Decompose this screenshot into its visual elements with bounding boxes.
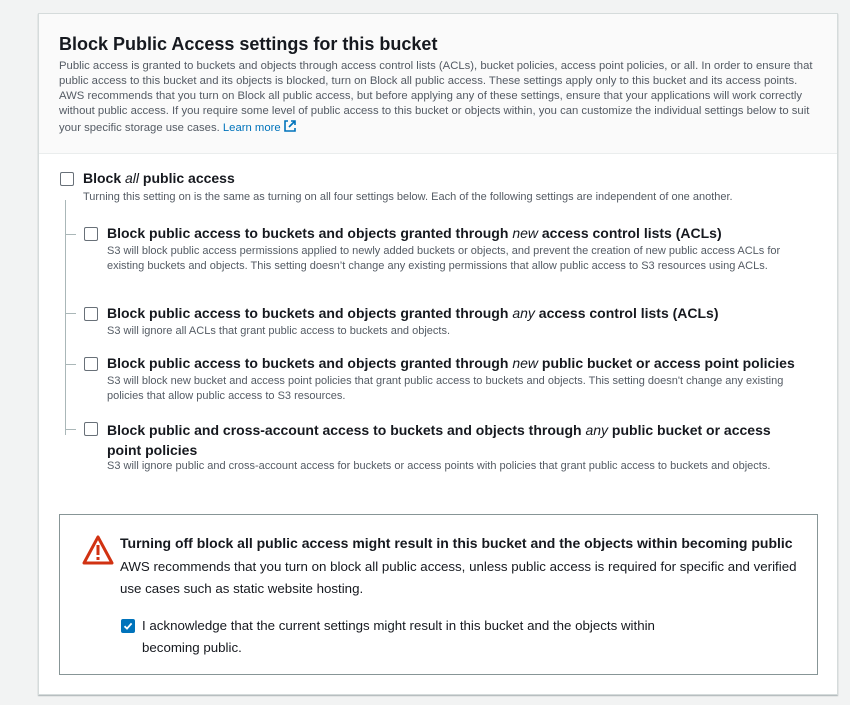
label-post: access control lists (ACLs) <box>534 305 719 321</box>
panel-title: Block Public Access settings for this bu… <box>59 34 438 54</box>
label-em: new <box>512 355 538 371</box>
panel-header: Block Public Access settings for this bu… <box>39 14 837 154</box>
block-public-access-panel: Block Public Access settings for this bu… <box>38 13 838 695</box>
label-pre: Block public access to buckets and objec… <box>107 305 513 321</box>
label-post: public bucket or access point policies <box>538 355 795 371</box>
tree-connector <box>65 200 66 435</box>
block-all-description: Turning this setting on is the same as t… <box>83 191 733 203</box>
tree-branch <box>65 313 76 314</box>
block-any-acls-label[interactable]: Block public access to buckets and objec… <box>107 305 719 321</box>
alert-title: Turning off block all public access migh… <box>120 535 793 551</box>
label-pre: Block public and cross-account access to… <box>107 422 586 438</box>
block-new-acls-checkbox[interactable] <box>84 227 98 241</box>
label-em: any <box>512 305 535 321</box>
learn-more-label: Learn more <box>222 122 281 134</box>
label-pre: Block public access to buckets and objec… <box>107 225 513 241</box>
block-all-label-em: all <box>125 170 140 186</box>
block-all-label[interactable]: Block all public access <box>83 170 235 186</box>
tree-branch <box>65 364 76 365</box>
block-any-policies-description: S3 will ignore public and cross-account … <box>107 460 771 472</box>
block-new-acls-label[interactable]: Block public access to buckets and objec… <box>107 225 722 241</box>
external-link-icon <box>283 120 296 132</box>
tree-branch <box>65 429 76 430</box>
panel-description-text: Public access is granted to buckets and … <box>59 60 813 134</box>
warning-icon <box>82 535 114 565</box>
block-any-acls-checkbox[interactable] <box>84 307 98 321</box>
check-icon <box>123 622 133 630</box>
block-new-policies-description: S3 will block new bucket and access poin… <box>107 375 784 402</box>
block-new-policies-label[interactable]: Block public access to buckets and objec… <box>107 355 795 371</box>
learn-more-link[interactable]: Learn more <box>222 120 297 134</box>
label-em: new <box>512 225 538 241</box>
block-all-label-pre: Block <box>83 170 126 186</box>
acknowledge-checkbox[interactable] <box>121 619 135 633</box>
acknowledge-label[interactable]: I acknowledge that the current settings … <box>142 615 662 659</box>
block-any-policies-label[interactable]: Block public and cross-account access to… <box>107 420 807 460</box>
warning-alert: Turning off block all public access migh… <box>59 514 818 675</box>
label-pre: Block public access to buckets and objec… <box>107 355 513 371</box>
tree-branch <box>65 234 76 235</box>
label-em: any <box>585 422 609 438</box>
block-any-policies-checkbox[interactable] <box>84 422 98 436</box>
panel-description: Public access is granted to buckets and … <box>59 59 819 136</box>
block-any-acls-description: S3 will ignore all ACLs that grant publi… <box>107 325 451 337</box>
block-all-label-post: public access <box>139 170 235 186</box>
alert-text: AWS recommends that you turn on block al… <box>120 559 797 596</box>
block-all-checkbox[interactable] <box>60 172 74 186</box>
block-new-acls-description: S3 will block public access permissions … <box>107 245 781 272</box>
block-new-policies-checkbox[interactable] <box>84 357 98 371</box>
label-post: access control lists (ACLs) <box>538 225 722 241</box>
